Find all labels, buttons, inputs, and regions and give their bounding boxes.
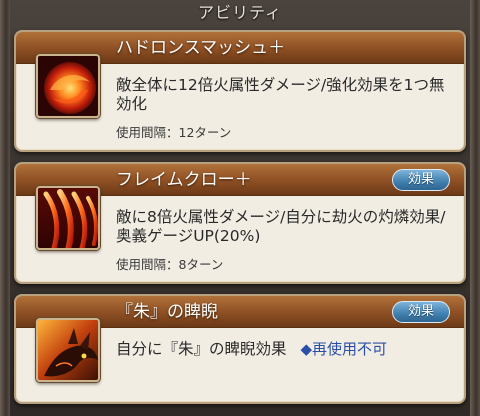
ability-name: ハドロンスマッシュ＋ xyxy=(116,38,286,58)
frame-right-rail xyxy=(470,0,480,416)
reuse-note: ◆再使用不可 xyxy=(300,340,388,358)
effect-button[interactable]: 効果 xyxy=(392,301,450,323)
flame-claw-icon xyxy=(36,186,100,250)
dragon-gaze-icon xyxy=(36,318,100,382)
ability-interval: 使用間隔：12ターン xyxy=(116,125,232,140)
ability-description: 敵に8倍火属性ダメージ/自分に劫火の灼燐効果/奥義ゲージUP(20%) xyxy=(116,208,446,245)
ability-description-row: 自分に『朱』の睥睨効果 ◆再使用不可 xyxy=(116,340,450,359)
effect-button[interactable]: 効果 xyxy=(392,169,450,191)
ability-card-2[interactable]: フレイムクロー＋ 効果 敵に8倍火属性ダメージ/自分に劫火の灼燐効果/奥義ゲージ xyxy=(14,162,466,284)
ability-name: フレイムクロー＋ xyxy=(116,170,252,190)
ability-card-3[interactable]: 『朱』の睥睨 効果 自分に『朱』の睥睨効果 ◆再使用不可 xyxy=(14,294,466,404)
ability-description: 自分に『朱』の睥睨効果 xyxy=(116,340,287,358)
ability-description: 敵全体に12倍火属性ダメージ/強化効果を1つ無効化 xyxy=(116,76,445,113)
frame-left-rail xyxy=(0,0,10,416)
section-title: アビリティ xyxy=(197,3,283,22)
ability-name: 『朱』の睥睨 xyxy=(116,302,218,322)
ability-interval: 使用間隔：8ターン xyxy=(116,257,224,272)
ability-card-1[interactable]: ハドロンスマッシュ＋ 敵全体に12倍火属性ダメージ/強化効果を1つ無効化 使用間… xyxy=(14,30,466,152)
fire-orb-icon xyxy=(36,54,100,118)
